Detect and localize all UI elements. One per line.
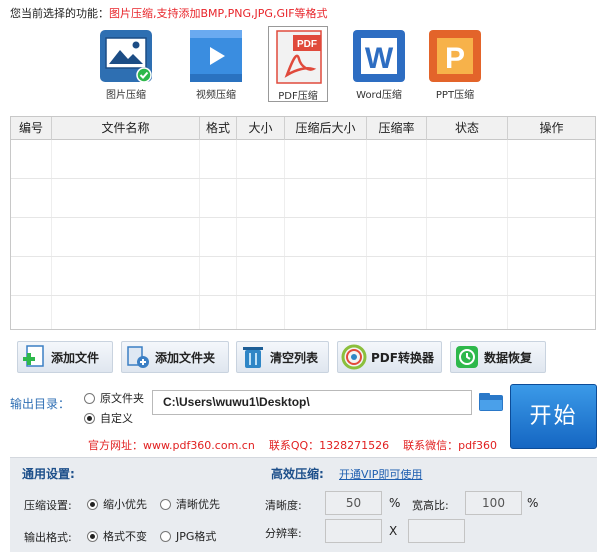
svg-text:PDF: PDF xyxy=(297,39,317,50)
output-path-field[interactable]: C:\Users\wuwu1\Desktop\ xyxy=(152,390,472,415)
add-folder-label: 添加文件夹 xyxy=(155,350,216,365)
column-header-compressed-size[interactable]: 压缩后大小 xyxy=(285,117,367,140)
compress-small-label: 缩小优先 xyxy=(103,498,147,511)
pdf-converter-icon xyxy=(341,344,367,370)
clarity-input[interactable]: 50 xyxy=(325,491,382,515)
resolution-width-input[interactable] xyxy=(325,519,382,543)
video-compress-icon xyxy=(188,28,244,84)
table-header: 编号 文件名称 格式 大小 压缩后大小 压缩率 状态 操作 xyxy=(11,117,595,140)
resolution-separator: X xyxy=(389,524,398,538)
current-function-label: 您当前选择的功能： xyxy=(10,7,109,20)
folder-icon xyxy=(477,393,505,418)
ppt-compress-icon: P xyxy=(427,28,483,84)
compress-clear-radio[interactable]: 清晰优先 xyxy=(160,496,220,512)
format-keep-radio[interactable]: 格式不变 xyxy=(87,528,147,544)
contact-info: 官方网址：www.pdf360.com.cn 联系QQ：1328271526 联系微… xyxy=(88,437,511,453)
tile-word-compress[interactable]: W Word压缩 xyxy=(349,26,409,102)
format-keep-label: 格式不变 xyxy=(103,530,147,543)
file-table: 编号 文件名称 格式 大小 压缩后大小 压缩率 状态 操作 xyxy=(10,116,596,330)
output-original-folder-radio[interactable]: 原文件夹 xyxy=(84,390,144,406)
format-jpg-label: JPG格式 xyxy=(176,530,217,543)
column-header-index[interactable]: 编号 xyxy=(11,117,52,140)
column-header-format[interactable]: 格式 xyxy=(200,117,237,140)
output-original-label: 原文件夹 xyxy=(100,392,144,405)
add-folder-button[interactable]: 添加文件夹 xyxy=(121,341,229,373)
output-dir-label: 输出目录： xyxy=(10,397,71,411)
radio-dot xyxy=(160,498,171,510)
add-file-label: 添加文件 xyxy=(51,350,100,365)
resolution-label: 分辨率: xyxy=(265,527,302,540)
table-row xyxy=(11,140,595,179)
table-row xyxy=(11,257,595,296)
tile-label: PPT压缩 xyxy=(435,90,475,101)
tile-pdf-compress[interactable]: PDF PDF压缩 xyxy=(268,26,328,102)
radio-dot xyxy=(87,498,98,510)
format-jpg-radio[interactable]: JPG格式 xyxy=(160,528,216,544)
efficient-compress-title: 高效压缩: xyxy=(271,467,324,481)
column-header-status[interactable]: 状态 xyxy=(427,117,508,140)
column-header-ratio[interactable]: 压缩率 xyxy=(367,117,427,140)
general-settings-title: 通用设置: xyxy=(22,467,75,481)
word-compress-icon: W xyxy=(351,28,407,84)
qq-text: 联系QQ：1328271526 xyxy=(268,439,390,452)
wechat-text: 联系微信：pdf360 xyxy=(403,439,497,452)
radio-dot xyxy=(84,392,95,404)
clarity-label: 清晰度: xyxy=(265,499,302,512)
radio-dot xyxy=(84,412,95,424)
data-recovery-label: 数据恢复 xyxy=(484,350,533,365)
tile-label: PDF压缩 xyxy=(278,91,318,102)
settings-panel: 通用设置: 高效压缩: 开通VIP即可使用 压缩设置: 缩小优先 清晰优先 输出… xyxy=(10,457,597,552)
radio-dot xyxy=(160,530,171,542)
clear-list-label: 清空列表 xyxy=(270,350,319,365)
data-recovery-icon xyxy=(454,344,480,370)
add-file-button[interactable]: 添加文件 xyxy=(17,341,113,373)
pdf-converter-button[interactable]: PDF转换器 xyxy=(337,341,442,373)
vip-link[interactable]: 开通VIP即可使用 xyxy=(339,466,422,482)
browse-folder-button[interactable] xyxy=(477,391,505,415)
website-text: 官方网址：www.pdf360.com.cn xyxy=(88,439,255,452)
column-header-actions[interactable]: 操作 xyxy=(508,117,595,140)
tile-label: Word压缩 xyxy=(356,90,402,101)
current-function-line: 您当前选择的功能：图片压缩,支持添加BMP,PNG,JPG,GIF等格式 xyxy=(10,5,328,21)
clarity-unit: % xyxy=(389,496,401,510)
image-compress-icon xyxy=(98,28,154,84)
compress-setting-label: 压缩设置: xyxy=(24,499,72,512)
start-button[interactable]: 开始 xyxy=(510,384,597,449)
tile-label: 视频压缩 xyxy=(196,90,236,101)
add-file-icon xyxy=(21,344,47,370)
output-format-label: 输出格式: xyxy=(24,531,72,544)
tile-video-compress[interactable]: 视频压缩 xyxy=(186,26,246,102)
aspect-ratio-unit: % xyxy=(527,496,539,510)
compress-clear-label: 清晰优先 xyxy=(176,498,220,511)
radio-dot xyxy=(87,530,98,542)
svg-text:W: W xyxy=(365,42,394,75)
output-custom-radio[interactable]: 自定义 xyxy=(84,410,133,426)
clear-list-icon xyxy=(240,344,266,370)
clear-list-button[interactable]: 清空列表 xyxy=(236,341,329,373)
aspect-ratio-input[interactable]: 100 xyxy=(465,491,522,515)
compress-small-radio[interactable]: 缩小优先 xyxy=(87,496,147,512)
tile-image-compress[interactable]: 图片压缩 xyxy=(96,26,156,102)
svg-text:P: P xyxy=(445,42,465,75)
tile-ppt-compress[interactable]: P PPT压缩 xyxy=(425,26,485,102)
table-row xyxy=(11,179,595,218)
resolution-height-input[interactable] xyxy=(408,519,465,543)
current-function-hint: 图片压缩,支持添加BMP,PNG,JPG,GIF等格式 xyxy=(109,7,328,20)
column-header-size[interactable]: 大小 xyxy=(237,117,285,140)
pdf-compress-icon: PDF xyxy=(271,29,327,85)
data-recovery-button[interactable]: 数据恢复 xyxy=(450,341,546,373)
table-row xyxy=(11,218,595,257)
output-custom-label: 自定义 xyxy=(100,412,133,425)
pdf-converter-label: PDF转换器 xyxy=(371,350,434,365)
aspect-ratio-label: 宽高比: xyxy=(412,499,449,512)
add-folder-icon xyxy=(125,344,151,370)
table-row xyxy=(11,296,595,329)
column-header-filename[interactable]: 文件名称 xyxy=(52,117,200,140)
tile-label: 图片压缩 xyxy=(106,90,146,101)
